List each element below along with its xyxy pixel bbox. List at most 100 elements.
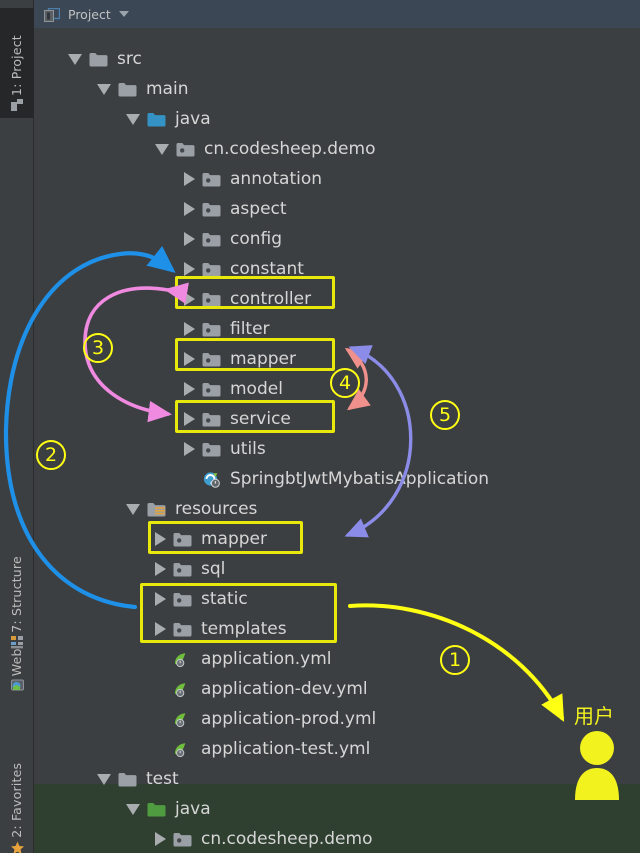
- spring-class-icon: [202, 471, 222, 488]
- chevron-down-icon[interactable]: [155, 144, 169, 155]
- chevron-down-icon[interactable]: [97, 774, 111, 785]
- tree-node-springbtjwtmybatisapplication[interactable]: SpringbtJwtMybatisApplication: [34, 464, 640, 494]
- chevron-right-icon[interactable]: [155, 832, 166, 846]
- user-label: 用户: [574, 700, 614, 729]
- chevron-down-icon[interactable]: [119, 11, 129, 17]
- folder-package-icon: [202, 261, 222, 278]
- tree-node-constant[interactable]: constant: [34, 254, 640, 284]
- folder-package-icon: [202, 231, 222, 248]
- folder-resource-icon: [147, 501, 167, 518]
- chevron-right-icon[interactable]: [155, 592, 166, 606]
- annotation-marker-3: 3: [83, 333, 113, 363]
- tree-node-label: static: [201, 589, 248, 609]
- tree-node-label: sql: [201, 559, 225, 579]
- chevron-down-icon[interactable]: [126, 114, 140, 125]
- tree-node-label: filter: [230, 319, 270, 339]
- tree-node-label: aspect: [230, 199, 287, 219]
- tree-node-sql[interactable]: sql: [34, 554, 640, 584]
- tree-node-label: src: [117, 49, 142, 69]
- tree-node-templates[interactable]: templates: [34, 614, 640, 644]
- chevron-down-icon[interactable]: [68, 54, 82, 65]
- tree-node-label: application-test.yml: [201, 739, 370, 759]
- chevron-right-icon[interactable]: [184, 292, 195, 306]
- tree-node-label: service: [230, 409, 291, 429]
- folder-package-icon: [173, 831, 193, 848]
- tree-node-test[interactable]: test: [34, 764, 640, 794]
- chevron-right-icon[interactable]: [184, 412, 195, 426]
- tree-node-label: SpringbtJwtMybatisApplication: [230, 469, 489, 489]
- tree-node-java[interactable]: java: [34, 794, 640, 824]
- tree-node-static[interactable]: static: [34, 584, 640, 614]
- chevron-right-icon[interactable]: [155, 622, 166, 636]
- chevron-down-icon[interactable]: [126, 504, 140, 515]
- star-icon: [10, 841, 25, 853]
- tool-strip-label: 7: Structure: [0, 530, 34, 633]
- chevron-down-icon[interactable]: [97, 84, 111, 95]
- tree-node-application-prod-yml[interactable]: application-prod.yml: [34, 704, 640, 734]
- tree-node-mapper[interactable]: mapper: [34, 524, 640, 554]
- tree-node-application-yml[interactable]: application.yml: [34, 644, 640, 674]
- tree-node-main[interactable]: main: [34, 74, 640, 104]
- folder-package-icon: [202, 411, 222, 428]
- tree-node-label: test: [146, 769, 179, 789]
- tree-node-label: application-dev.yml: [201, 679, 368, 699]
- chevron-right-icon[interactable]: [184, 262, 195, 276]
- tree-node-resources[interactable]: resources: [34, 494, 640, 524]
- tree-node-annotation[interactable]: annotation: [34, 164, 640, 194]
- tree-node-label: application.yml: [201, 649, 332, 669]
- tool-strip-favorites[interactable]: 2: Favorites: [0, 735, 34, 853]
- tree-node-utils[interactable]: utils: [34, 434, 640, 464]
- project-tool-header: Project: [34, 0, 640, 28]
- tree-node-filter[interactable]: filter: [34, 314, 640, 344]
- project-tree[interactable]: srcmainjavacn.codesheep.demoannotationas…: [34, 28, 640, 853]
- tree-node-aspect[interactable]: aspect: [34, 194, 640, 224]
- chevron-right-icon[interactable]: [155, 562, 166, 576]
- folder-package-icon: [173, 621, 193, 638]
- annotation-marker-1: 1: [440, 645, 470, 675]
- chevron-right-icon[interactable]: [184, 382, 195, 396]
- folder-package-icon: [202, 351, 222, 368]
- chevron-right-icon[interactable]: [184, 352, 195, 366]
- tree-node-cn-codesheep-demo[interactable]: cn.codesheep.demo: [34, 824, 640, 853]
- tool-strip-project[interactable]: 1: Project: [0, 8, 34, 118]
- tree-node-label: resources: [175, 499, 257, 519]
- folder-package-icon: [202, 201, 222, 218]
- yml-spring-icon: [173, 651, 193, 668]
- web-icon: [11, 679, 24, 695]
- tree-node-java[interactable]: java: [34, 104, 640, 134]
- chevron-right-icon[interactable]: [184, 172, 195, 186]
- chevron-right-icon[interactable]: [155, 532, 166, 546]
- tree-node-label: model: [230, 379, 283, 399]
- yml-spring-icon: [173, 711, 193, 728]
- folder-package-icon: [173, 561, 193, 578]
- annotation-marker-2: 2: [36, 440, 66, 470]
- chevron-right-icon[interactable]: [184, 322, 195, 336]
- tool-strip-structure[interactable]: 7: Structure: [0, 530, 34, 655]
- tree-node-config[interactable]: config: [34, 224, 640, 254]
- tree-node-application-dev-yml[interactable]: application-dev.yml: [34, 674, 640, 704]
- tree-node-cn-codesheep-demo[interactable]: cn.codesheep.demo: [34, 134, 640, 164]
- tree-node-label: cn.codesheep.demo: [204, 139, 375, 159]
- chevron-right-icon[interactable]: [184, 442, 195, 456]
- chevron-down-icon[interactable]: [126, 804, 140, 815]
- tree-node-service[interactable]: service: [34, 404, 640, 434]
- tree-node-label: cn.codesheep.demo: [201, 829, 372, 849]
- folder-package-icon: [202, 441, 222, 458]
- tree-node-application-test-yml[interactable]: application-test.yml: [34, 734, 640, 764]
- chevron-right-icon[interactable]: [184, 232, 195, 246]
- tree-node-label: annotation: [230, 169, 322, 189]
- project-view-icon: [44, 7, 60, 21]
- project-header-title: Project: [68, 7, 111, 22]
- chevron-right-icon[interactable]: [184, 202, 195, 216]
- ide-project-window: 1: Project 7: Structure Web 2: Favorites Pr…: [0, 0, 640, 853]
- tree-node-controller[interactable]: controller: [34, 284, 640, 314]
- yml-spring-icon: [173, 741, 193, 758]
- folder-package-icon: [202, 171, 222, 188]
- folder-package-icon: [173, 531, 193, 548]
- tree-node-label: mapper: [230, 349, 296, 369]
- yml-spring-icon: [173, 681, 193, 698]
- folder-package-icon: [176, 141, 196, 158]
- tree-node-src[interactable]: src: [34, 44, 640, 74]
- tree-node-label: application-prod.yml: [201, 709, 376, 729]
- tool-strip-web[interactable]: Web: [0, 640, 34, 698]
